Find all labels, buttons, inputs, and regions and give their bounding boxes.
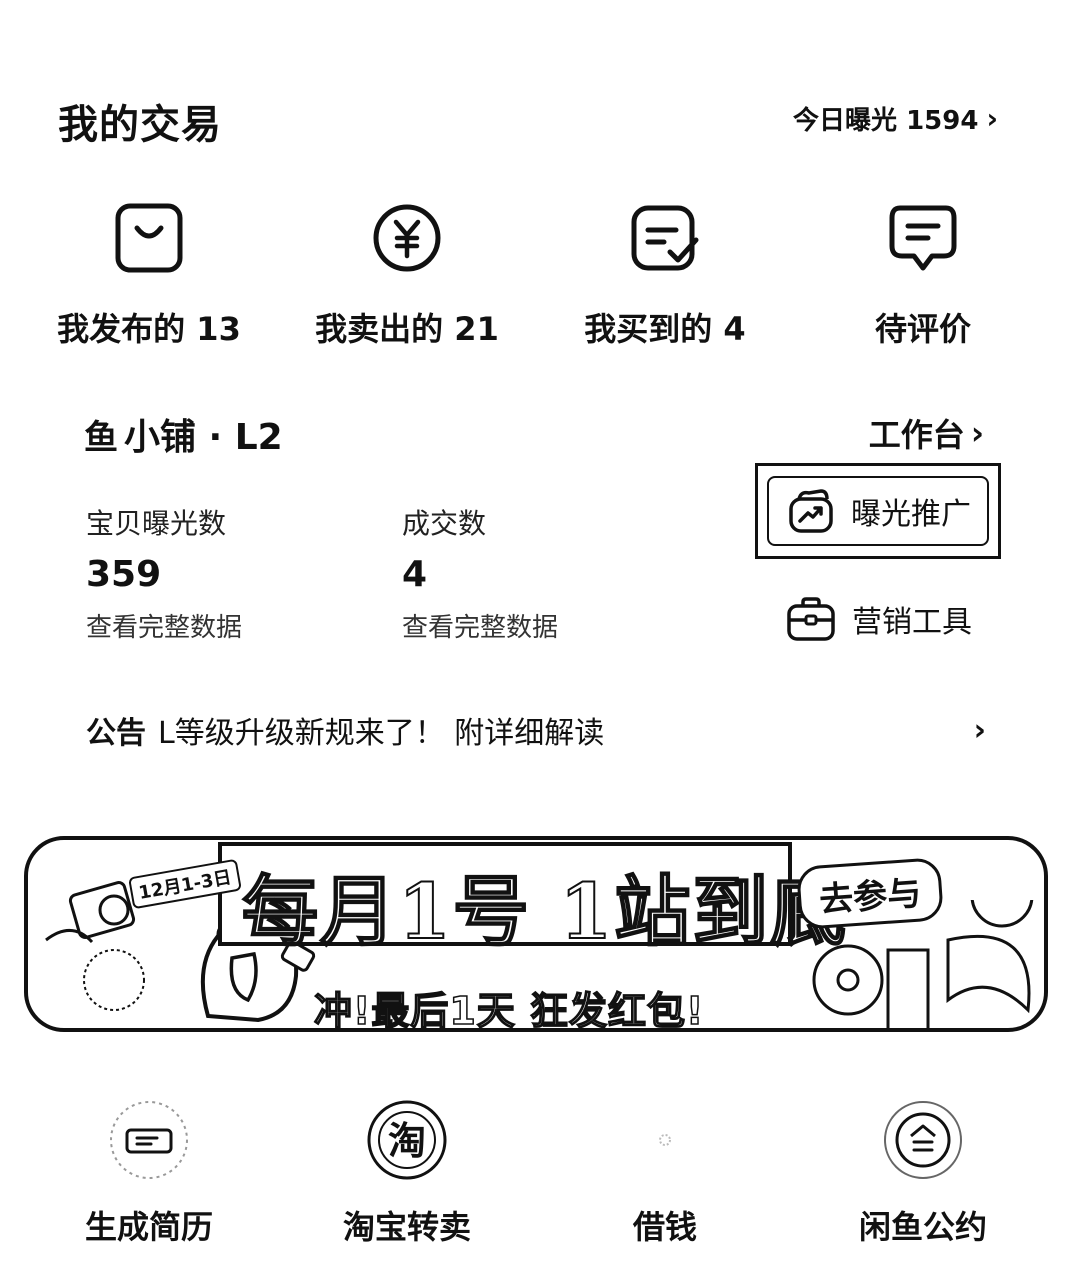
yuan-coin-icon xyxy=(373,204,441,272)
quick-tools: 生成简历 淘 淘宝转卖 借钱 闲鱼公约 xyxy=(20,1098,1052,1248)
xianyu-logo: 鱼 xyxy=(84,417,118,458)
shop-title[interactable]: 鱼 小铺 · L2 xyxy=(84,408,283,460)
workbench-label: 工作台 xyxy=(868,416,965,454)
quick-convention[interactable]: 闲鱼公约 xyxy=(794,1098,1052,1248)
workbench-link[interactable]: 工作台 › xyxy=(869,410,984,456)
today-exposure-label: 今日曝光 1594 xyxy=(793,106,979,136)
marketing-tools-button[interactable]: 营销工具 xyxy=(786,596,972,642)
quick-taobao-label: 淘宝转卖 xyxy=(342,1208,471,1246)
svg-text:淘: 淘 xyxy=(388,1119,426,1163)
exposure-promotion-button[interactable]: 曝光推广 xyxy=(767,476,989,546)
trade-sold-label: 我卖出的 21 xyxy=(315,310,499,348)
shop-level: 小铺 · L2 xyxy=(124,417,283,458)
banner-headline: 每月1号 1站到底 xyxy=(241,866,849,957)
marketing-tools-label: 营销工具 xyxy=(852,605,972,640)
trade-published[interactable]: 我发布的 13 xyxy=(20,200,278,350)
stat-exposure-label: 宝贝曝光数 xyxy=(86,507,227,540)
quick-resume-label: 生成简历 xyxy=(84,1208,213,1246)
banner-subline: 冲!最后1天 狂发红包! xyxy=(313,988,705,1032)
exposure-promotion-label: 曝光推广 xyxy=(851,497,971,532)
coin-decoration-icon xyxy=(812,900,1034,1028)
chevron-right-icon: › xyxy=(986,102,998,135)
quick-taobao[interactable]: 淘 淘宝转卖 xyxy=(278,1098,536,1248)
convention-icon xyxy=(884,1101,962,1179)
announcement-text: L等级升级新规来了！ 附详细解读 xyxy=(158,716,605,751)
chevron-right-icon: › xyxy=(970,414,984,452)
toolbox-icon xyxy=(787,597,835,641)
taobao-icon: 淘 xyxy=(367,1100,447,1180)
trade-sold[interactable]: 我卖出的 21 xyxy=(278,200,536,350)
promo-banner[interactable]: 12月1-3日 每月1号 1站到底 去参与 冲!最后1天 狂发红包! xyxy=(24,836,1048,1032)
promo-highlight-frame: 曝光推广 xyxy=(755,463,1001,559)
trend-bag-icon xyxy=(789,489,833,533)
chevron-right-icon: › xyxy=(973,712,986,748)
trade-published-label: 我发布的 13 xyxy=(57,310,241,348)
trade-to-review[interactable]: 待评价 xyxy=(794,200,1052,350)
stat-exposure-details-link[interactable]: 查看完整数据 xyxy=(86,607,242,644)
quick-loan-label: 借钱 xyxy=(632,1208,697,1246)
today-exposure-link[interactable]: 今日曝光 1594 › xyxy=(793,100,998,137)
resume-icon xyxy=(110,1101,188,1179)
stat-deals-label: 成交数 xyxy=(402,507,487,540)
stat-exposure-value: 359 xyxy=(86,554,162,595)
quick-loan[interactable]: 借钱 xyxy=(536,1098,794,1248)
trade-to-review-label: 待评价 xyxy=(874,310,971,348)
stat-deals-value: 4 xyxy=(402,554,428,595)
loan-icon xyxy=(659,1134,671,1146)
quick-resume[interactable]: 生成简历 xyxy=(20,1098,278,1248)
trade-bought[interactable]: 我买到的 4 xyxy=(536,200,794,350)
order-check-icon xyxy=(631,205,699,271)
comment-icon xyxy=(889,205,957,271)
announcement-tag: 公告 xyxy=(86,716,146,751)
quick-convention-label: 闲鱼公约 xyxy=(858,1208,987,1246)
stat-exposure: 宝贝曝光数 359 查看完整数据 xyxy=(86,502,242,644)
stat-deals: 成交数 4 查看完整数据 xyxy=(402,502,558,644)
trade-bought-label: 我买到的 4 xyxy=(584,310,746,348)
stat-deals-details-link[interactable]: 查看完整数据 xyxy=(402,607,558,644)
announcement-bar[interactable]: 公告 L等级升级新规来了！ 附详细解读 › xyxy=(86,708,986,752)
page-title: 我的交易 xyxy=(58,102,222,148)
trade-shortcuts: 我发布的 13 我卖出的 21 我买到的 4 待评价 xyxy=(20,200,1052,350)
shopping-bag-icon xyxy=(115,203,183,273)
